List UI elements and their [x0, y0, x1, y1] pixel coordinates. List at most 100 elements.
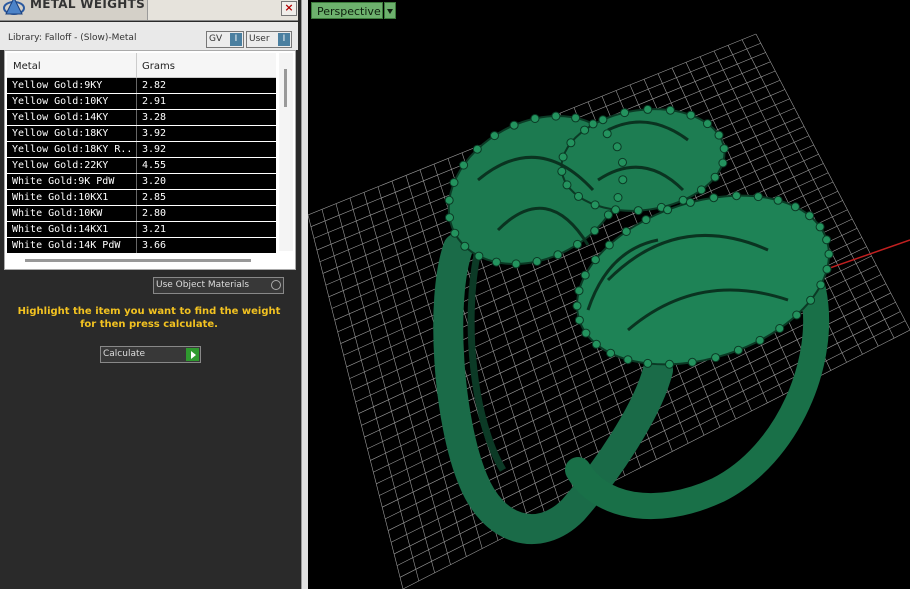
bead: [709, 193, 719, 203]
bead: [620, 108, 630, 118]
bead: [459, 160, 469, 170]
instruction-text: Highlight the item you want to find the …: [17, 306, 281, 330]
bead: [509, 120, 519, 130]
bead: [574, 286, 584, 296]
bead: [553, 250, 563, 260]
cell-separator: [136, 94, 137, 109]
calculate-arrow-icon[interactable]: [186, 348, 199, 361]
bead: [590, 226, 600, 236]
use-object-materials-dropdown[interactable]: Use Object Materials: [153, 277, 284, 294]
list-row[interactable]: Yellow Gold:10KY 2.91: [7, 94, 276, 109]
bead: [806, 295, 816, 305]
bead: [491, 257, 501, 267]
bead: [472, 144, 482, 154]
metal-name: White Gold:10KW: [12, 208, 103, 219]
gv-toggle-label: GV: [209, 34, 223, 44]
bead: [718, 158, 728, 168]
panel-title: METAL WEIGHTS: [30, 0, 146, 11]
gv-toggle[interactable]: GV I: [206, 31, 244, 48]
bead: [613, 193, 623, 202]
perspective-view-tab[interactable]: Perspective: [311, 2, 383, 19]
ring-inner-band: [467, 249, 507, 472]
bead: [815, 222, 825, 232]
list-row[interactable]: White Gold:14K PdW 3.66: [7, 238, 276, 253]
list-row[interactable]: Yellow Gold:22KY 4.55: [7, 158, 276, 173]
list-row[interactable]: Yellow Gold:14KY 3.28: [7, 110, 276, 125]
3d-viewport[interactable]: Perspective: [308, 0, 910, 589]
column-header-metal[interactable]: Metal: [13, 61, 41, 72]
cell-separator: [136, 206, 137, 221]
metal-list: Metal Grams Yellow Gold:9KY 2.82 Yellow G…: [4, 50, 296, 270]
metal-name: Yellow Gold:10KY: [12, 96, 109, 107]
bead: [511, 259, 521, 269]
bead: [623, 355, 633, 365]
vertical-scroll-thumb[interactable]: [284, 69, 287, 107]
bead: [643, 104, 653, 114]
library-label: Library: Falloff - (Slow)-Metal: [8, 33, 137, 43]
metal-name: White Gold:14K PdW: [12, 240, 121, 251]
list-row[interactable]: Yellow Gold:18KY 3.92: [7, 126, 276, 141]
metal-grams: 3.21: [142, 224, 167, 235]
bead: [532, 257, 542, 266]
bead: [822, 235, 832, 245]
bead: [714, 130, 724, 140]
bead: [816, 280, 826, 290]
bead: [598, 115, 608, 125]
bead: [710, 172, 720, 182]
bead: [824, 249, 834, 259]
user-toggle-label: User: [249, 34, 270, 44]
list-row[interactable]: White Gold:14KX1 3.21: [7, 222, 276, 237]
bead: [460, 241, 470, 251]
vertical-scrollbar[interactable]: [279, 53, 293, 251]
list-row[interactable]: Yellow Gold:18KY R... 3.92: [7, 142, 276, 157]
bead: [449, 178, 459, 187]
cell-separator: [136, 142, 137, 157]
cell-separator: [136, 158, 137, 173]
gv-toggle-indicator: I: [230, 33, 242, 46]
bead: [530, 114, 540, 123]
list-row[interactable]: White Gold:9K PdW 3.20: [7, 174, 276, 189]
bead: [686, 110, 696, 120]
bead: [602, 129, 612, 139]
bead: [643, 358, 653, 368]
bead: [687, 357, 697, 367]
bead: [665, 359, 674, 369]
bead: [551, 111, 561, 121]
list-row[interactable]: White Gold:10KX1 2.85: [7, 190, 276, 205]
metal-name: Yellow Gold:9KY: [12, 80, 103, 91]
metal-name: White Gold:14KX1: [12, 224, 109, 235]
ring-model: [433, 104, 834, 545]
metal-weights-panel: METAL WEIGHTS × Library: Falloff - (Slow…: [0, 0, 301, 589]
metal-grams: 2.82: [142, 80, 167, 91]
bead: [663, 205, 673, 215]
metal-grams: 3.28: [142, 112, 167, 123]
app-logo-icon: [3, 0, 25, 15]
bead: [572, 301, 582, 311]
column-header-grams[interactable]: Grams: [142, 61, 175, 72]
calculate-button[interactable]: Calculate: [100, 346, 201, 363]
list-row[interactable]: White Gold:10KW 2.80: [7, 206, 276, 221]
bead: [711, 353, 721, 363]
list-row[interactable]: Yellow Gold:9KY 2.82: [7, 78, 276, 93]
bead: [641, 215, 651, 225]
bead: [444, 195, 454, 205]
bead: [574, 191, 583, 201]
bead: [445, 213, 454, 223]
dropdown-arrow-icon[interactable]: [384, 2, 396, 19]
bead: [703, 119, 712, 129]
close-icon[interactable]: ×: [281, 1, 297, 16]
bead: [755, 335, 765, 345]
bead: [562, 180, 572, 190]
bead: [581, 328, 591, 338]
bead: [618, 175, 628, 185]
bead: [566, 138, 576, 148]
metal-grams: 3.66: [142, 240, 167, 251]
calculate-label: Calculate: [103, 349, 146, 359]
bead: [557, 166, 567, 176]
user-toggle[interactable]: User I: [246, 31, 292, 48]
cell-separator: [136, 78, 137, 93]
bead: [591, 339, 601, 349]
horizontal-scrollbar[interactable]: [25, 259, 251, 262]
bead: [558, 152, 568, 162]
cell-separator: [136, 222, 137, 237]
